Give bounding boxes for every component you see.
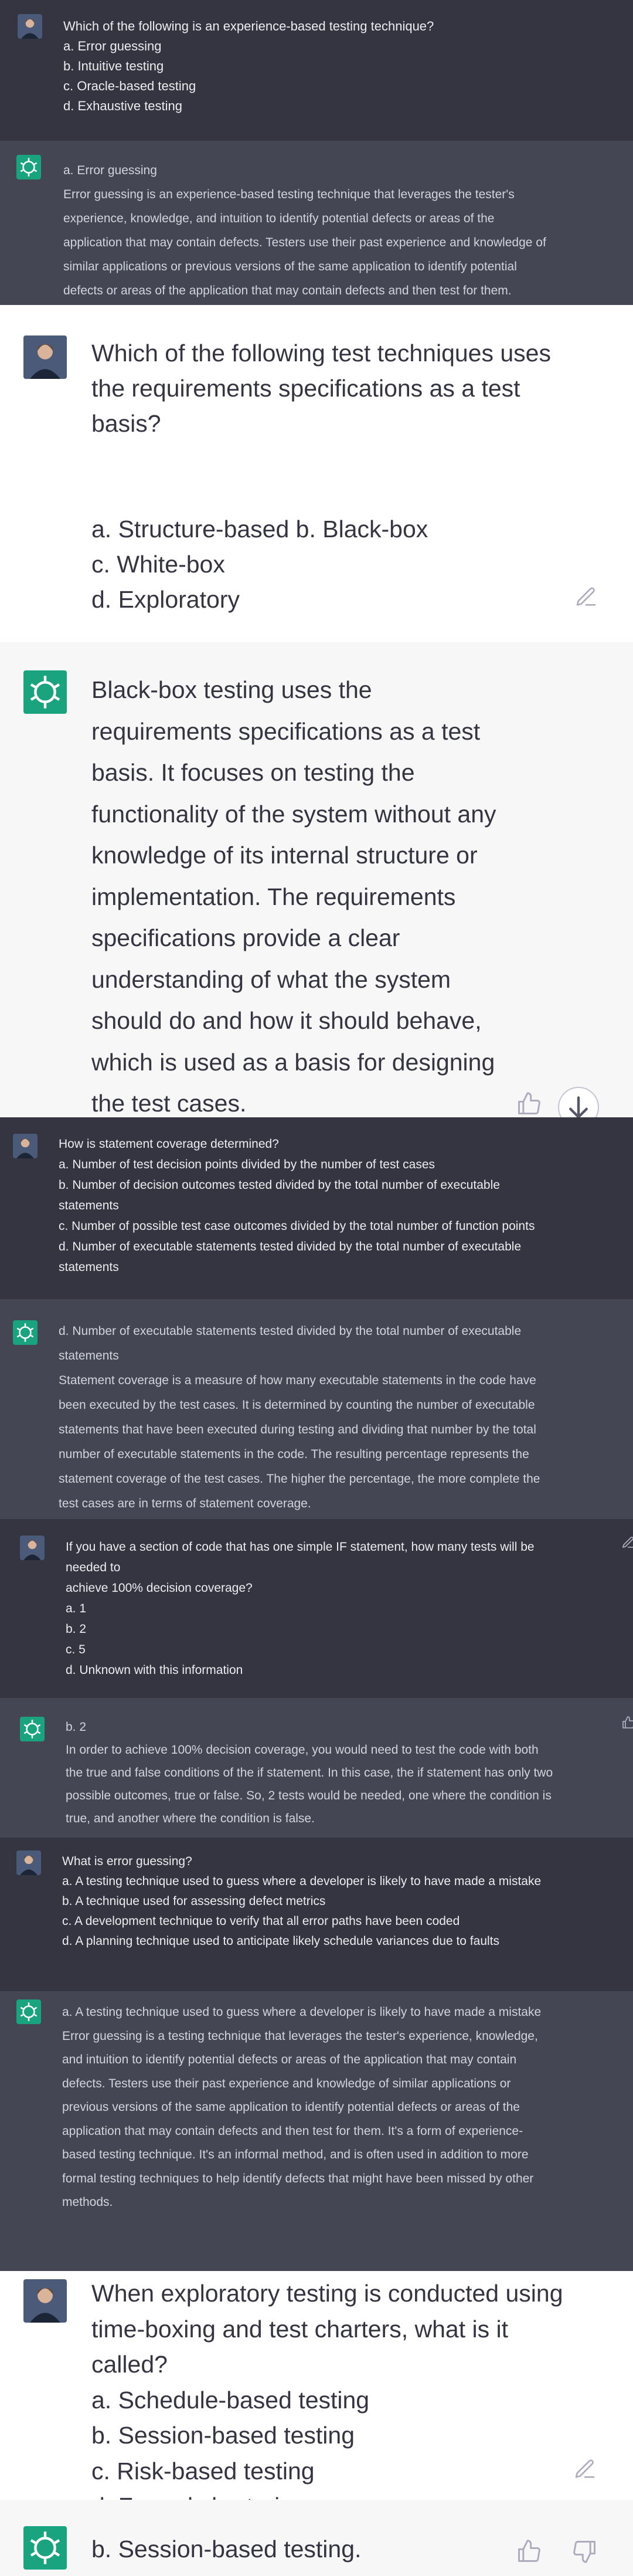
message-text: Which of the following test techniques u… <box>91 340 551 437</box>
openai-logo-icon <box>16 1999 41 2024</box>
user-avatar <box>23 2279 67 2323</box>
message-text: b. 2 In order to achieve 100% decision c… <box>66 1720 553 1825</box>
edit-icon[interactable] <box>621 1536 633 1550</box>
user-avatar <box>20 1536 45 1560</box>
message-text: d. Number of executable statements teste… <box>59 1324 540 1510</box>
message-user-q5: What is error guessing? a. A testing tec… <box>0 1838 633 1991</box>
user-avatar <box>13 1134 38 1158</box>
openai-logo-icon <box>23 670 67 714</box>
message-assistant-a5: a. A testing technique used to guess whe… <box>0 1991 633 2271</box>
message-user-q2: Which of the following test techniques u… <box>0 305 633 642</box>
openai-logo-icon <box>13 1320 38 1345</box>
thumbs-up-icon[interactable] <box>621 1716 633 1730</box>
message-text: If you have a section of code that has o… <box>66 1540 535 1677</box>
message-user-q1: Which of the following is an experience-… <box>0 0 633 141</box>
message-user-q4: If you have a section of code that has o… <box>0 1519 633 1698</box>
message-text: How is statement coverage determined? a.… <box>59 1137 535 1274</box>
edit-icon[interactable] <box>574 585 598 609</box>
openai-logo-icon <box>20 1717 45 1741</box>
edit-icon[interactable] <box>573 2458 597 2481</box>
thumbs-up-icon[interactable] <box>516 1091 542 1117</box>
answer-options: a. Structure-based b. Black-box c. White… <box>91 516 428 613</box>
thumbs-down-icon[interactable] <box>572 2538 598 2564</box>
user-avatar <box>16 1850 41 1875</box>
message-assistant-a6: b. Session-based testing. <box>0 2500 633 2576</box>
message-assistant-a2: Black-box testing uses the requirements … <box>0 642 633 1117</box>
message-assistant-a1: a. Error guessing Error guessing is an e… <box>0 141 633 305</box>
user-avatar <box>23 335 67 379</box>
message-text: b. Session-based testing. <box>91 2536 362 2563</box>
message-user-q3: How is statement coverage determined? a.… <box>0 1117 633 1299</box>
thumbs-up-icon[interactable] <box>516 2538 542 2564</box>
message-text: When exploratory testing is conducted us… <box>91 2280 563 2500</box>
openai-logo-icon <box>23 2526 67 2570</box>
message-text: a. Error guessing Error guessing is an e… <box>63 164 546 297</box>
message-text: Which of the following is an experience-… <box>63 19 434 113</box>
message-text: What is error guessing? a. A testing tec… <box>62 1855 542 1948</box>
message-user-q6: When exploratory testing is conducted us… <box>0 2271 633 2500</box>
message-assistant-a4: b. 2 In order to achieve 100% decision c… <box>0 1698 633 1838</box>
scroll-down-icon[interactable] <box>558 1087 599 1117</box>
openai-logo-icon <box>16 155 41 179</box>
message-text: Black-box testing uses the requirements … <box>91 676 496 1117</box>
message-assistant-a3: d. Number of executable statements teste… <box>0 1299 633 1519</box>
user-avatar <box>18 14 42 39</box>
message-text: a. A testing technique used to guess whe… <box>62 2005 542 2209</box>
